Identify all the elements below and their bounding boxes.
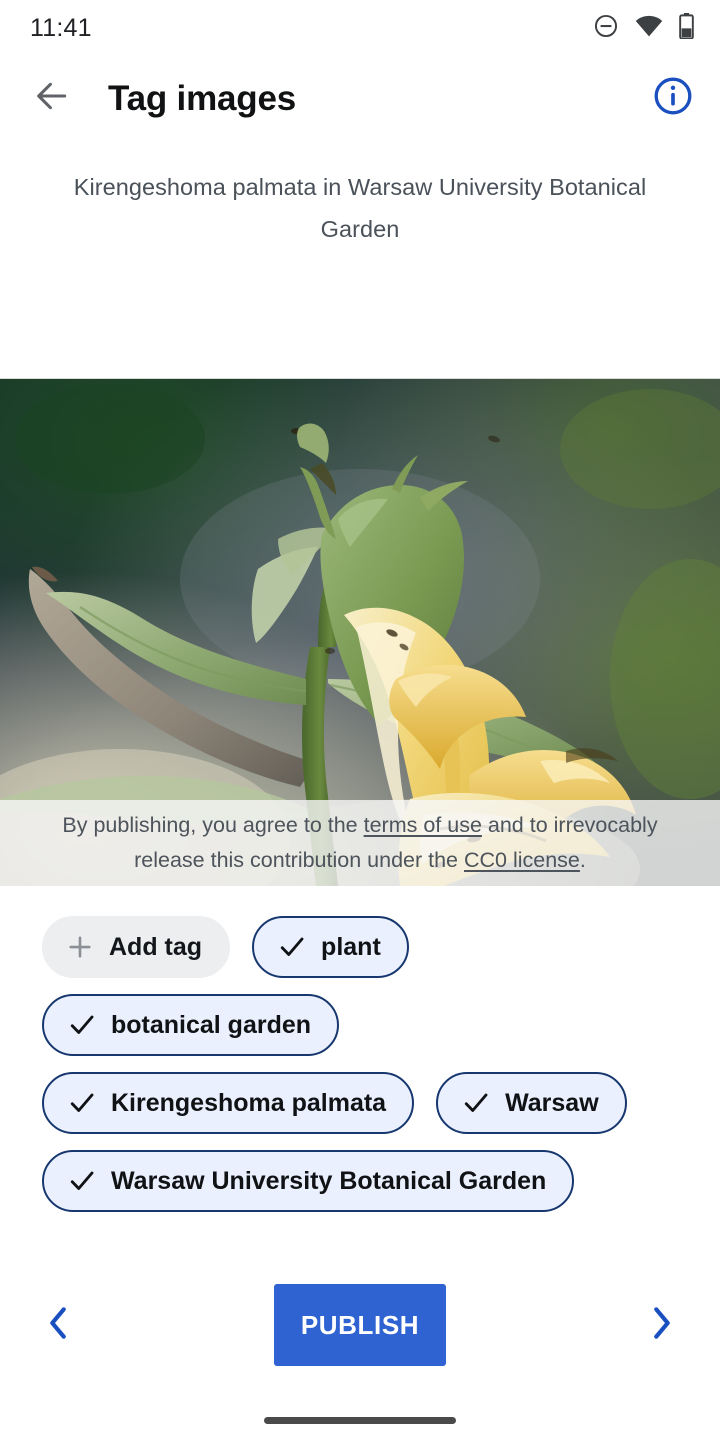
add-tag-chip[interactable]: Add tag: [42, 916, 231, 978]
photo-preview[interactable]: By publishing, you agree to the terms of…: [0, 378, 720, 886]
license-notice-text: By publishing, you agree to the terms of…: [36, 808, 684, 878]
previous-image-button[interactable]: [30, 1297, 86, 1353]
image-caption: Kirengeshoma palmata in Warsaw Universit…: [73, 174, 647, 242]
tag-chip-warsaw-university-botanical-garden[interactable]: Warsaw University Botanical Garden: [42, 1150, 575, 1212]
footer-nav: PUBLISH: [0, 1266, 720, 1384]
tag-chip-warsaw[interactable]: Warsaw: [436, 1072, 627, 1134]
wifi-icon: [635, 15, 663, 42]
chevron-right-icon: [647, 1304, 677, 1347]
tag-chip-botanical-garden[interactable]: botanical garden: [42, 994, 340, 1056]
tag-chip-label: plant: [321, 932, 381, 961]
tag-chip-list: Add tag plant botanical garden Kirengesh…: [0, 886, 720, 1246]
home-indicator[interactable]: [264, 1417, 456, 1424]
tag-chip-plant[interactable]: plant: [252, 916, 409, 978]
publish-button[interactable]: PUBLISH: [274, 1284, 446, 1366]
license-notice: By publishing, you agree to the terms of…: [0, 800, 720, 886]
check-icon: [66, 1165, 98, 1197]
battery-icon: [679, 12, 694, 44]
info-button[interactable]: [650, 75, 696, 121]
add-tag-label: Add tag: [109, 932, 203, 961]
status-bar: 11:41: [0, 0, 720, 56]
tag-chip-label: botanical garden: [111, 1010, 312, 1039]
do-not-disturb-icon: [593, 13, 619, 44]
cc0-license-link[interactable]: CC0 license: [464, 848, 580, 872]
check-icon: [66, 1009, 98, 1041]
plus-icon: [64, 931, 96, 963]
page-title: Tag images: [108, 78, 296, 118]
back-button[interactable]: [28, 74, 76, 122]
back-arrow-icon: [33, 77, 71, 120]
check-icon: [276, 931, 308, 963]
license-prefix: By publishing, you agree to the: [62, 813, 364, 837]
status-time: 11:41: [30, 13, 92, 42]
tag-chip-kirengeshoma-palmata[interactable]: Kirengeshoma palmata: [42, 1072, 415, 1134]
tag-chip-label: Warsaw University Botanical Garden: [111, 1166, 547, 1195]
info-icon: [652, 75, 694, 122]
caption-section: Kirengeshoma palmata in Warsaw Universit…: [0, 140, 720, 378]
license-suffix: .: [579, 848, 586, 872]
chevron-left-icon: [43, 1304, 73, 1347]
app-bar: Tag images: [0, 56, 720, 140]
status-icons: [593, 12, 694, 44]
terms-of-use-link[interactable]: terms of use: [364, 813, 482, 837]
check-icon: [66, 1087, 98, 1119]
tag-chip-label: Warsaw: [505, 1088, 599, 1117]
next-image-button[interactable]: [634, 1297, 690, 1353]
check-icon: [460, 1087, 492, 1119]
tag-chip-label: Kirengeshoma palmata: [111, 1088, 387, 1117]
